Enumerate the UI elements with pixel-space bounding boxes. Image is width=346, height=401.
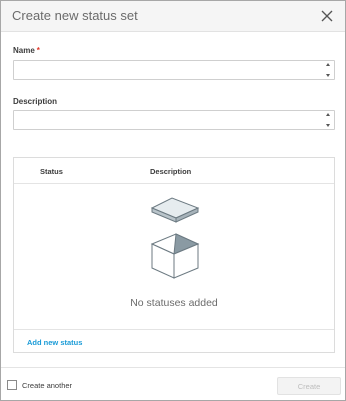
dialog-footer: Create another Create — [1, 367, 345, 400]
name-input[interactable] — [14, 61, 320, 79]
name-label: Name * — [13, 46, 40, 55]
spinner-up-icon[interactable] — [326, 63, 330, 66]
column-header-status: Status — [40, 167, 63, 176]
required-marker: * — [36, 46, 40, 55]
spinner-up-icon[interactable] — [326, 113, 330, 116]
name-label-text: Name — [13, 46, 35, 55]
create-button[interactable]: Create — [277, 377, 341, 395]
description-field — [13, 110, 335, 130]
create-status-set-dialog: Create new status set Name * Description … — [0, 0, 346, 401]
empty-state-text: No statuses added — [130, 297, 218, 309]
table-header: Status Description — [14, 158, 334, 184]
status-table: Status Description No statuses added Add… — [13, 157, 335, 353]
name-field — [13, 60, 335, 80]
create-another-checkbox[interactable] — [7, 380, 17, 390]
name-spinner — [324, 63, 332, 77]
close-icon — [321, 10, 333, 22]
dialog-title: Create new status set — [12, 8, 138, 23]
description-spinner — [324, 113, 332, 127]
close-button[interactable] — [319, 8, 335, 24]
table-footer: Add new status — [14, 329, 334, 353]
dialog-header: Create new status set — [1, 1, 345, 32]
spinner-down-icon[interactable] — [326, 74, 330, 77]
spinner-down-icon[interactable] — [326, 124, 330, 127]
empty-box-icon — [150, 197, 200, 279]
create-another-label: Create another — [22, 381, 73, 390]
description-label: Description — [13, 97, 58, 106]
add-new-status-link[interactable]: Add new status — [27, 338, 82, 347]
description-input[interactable] — [14, 111, 320, 129]
column-header-description: Description — [150, 167, 192, 176]
